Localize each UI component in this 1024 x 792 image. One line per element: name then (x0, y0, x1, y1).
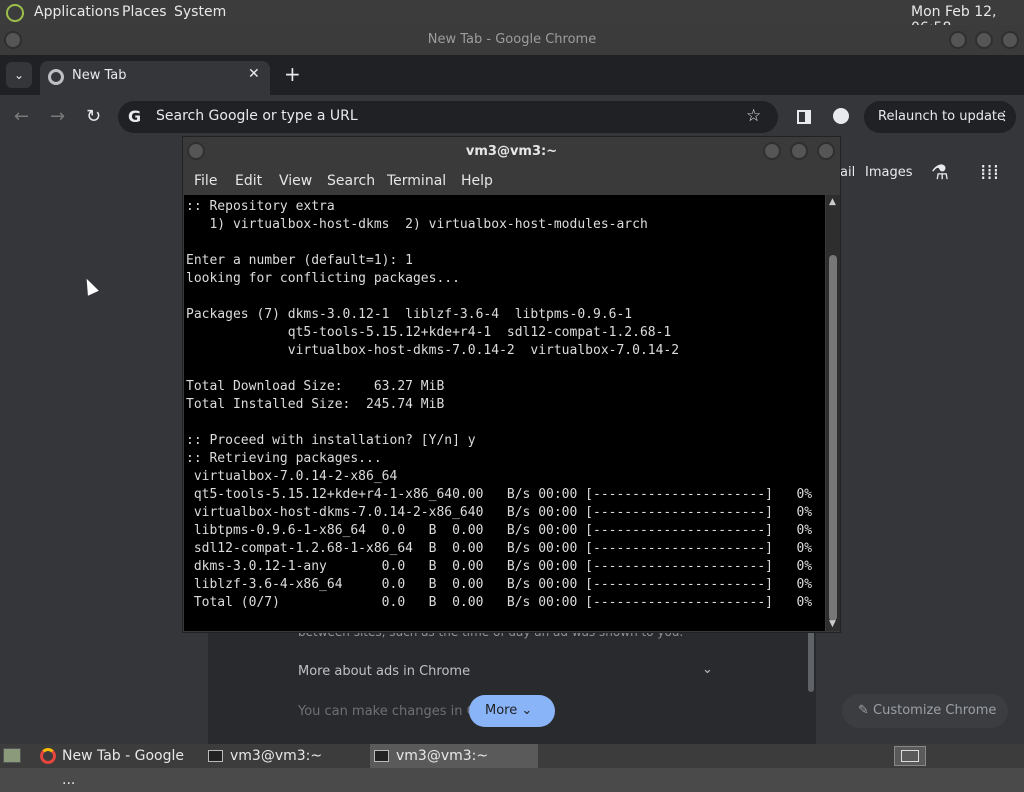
apps-grid-icon[interactable]: ⁞⁞⁞ (980, 160, 999, 184)
more-button-label: More (485, 703, 518, 718)
terminal-title: vm3@vm3:~ (465, 144, 558, 159)
workspace-1-icon[interactable] (901, 750, 919, 762)
workspace-switcher[interactable] (894, 746, 926, 766)
taskbar-label: vm3@vm3:~ (396, 748, 489, 764)
chrome-maximize-button[interactable] (975, 31, 993, 49)
forward-icon[interactable]: → (50, 106, 65, 127)
terminal-close-button[interactable] (817, 142, 835, 160)
taskbar-label: vm3@vm3:~ (230, 748, 323, 764)
taskbar-item-chrome[interactable]: New Tab - Google ... (36, 744, 196, 788)
menu-file[interactable]: File (194, 173, 217, 189)
chrome-minimize-button[interactable] (949, 31, 967, 49)
chrome-logo-icon (48, 69, 64, 85)
menu-system[interactable]: System (174, 4, 226, 20)
scroll-up-icon[interactable]: ▲ (829, 197, 836, 207)
menu-applications[interactable]: Applications (34, 4, 120, 20)
terminal-maximize-button[interactable] (790, 142, 808, 160)
reload-icon[interactable]: ↻ (86, 106, 101, 127)
more-button[interactable]: More ⌄ (469, 695, 555, 727)
terminal-icon (208, 750, 223, 762)
menu-search[interactable]: Search (327, 173, 375, 189)
terminal-icon (374, 750, 389, 762)
chrome-close-button[interactable] (1001, 31, 1019, 49)
images-link[interactable]: Images (865, 165, 913, 180)
taskbar: New Tab - Google ... vm3@vm3:~ vm3@vm3:~ (0, 744, 1024, 788)
terminal-window[interactable]: vm3@vm3:~ File Edit View Search Terminal… (182, 136, 841, 633)
relaunch-to-update-button[interactable]: Relaunch to update ⋮ (864, 101, 1016, 133)
labs-flask-icon[interactable]: ⚗ (931, 160, 949, 184)
menu-terminal[interactable]: Terminal (387, 173, 446, 189)
more-about-ads-link[interactable]: More about ads in Chrome (298, 664, 470, 679)
taskbar-item-terminal-2[interactable]: vm3@vm3:~ (370, 744, 538, 768)
taskbar-label: New Tab - Google ... (62, 748, 185, 788)
show-desktop-icon[interactable] (3, 748, 21, 763)
chrome-window-menu-button[interactable] (4, 31, 22, 49)
terminal-minimize-button[interactable] (763, 142, 781, 160)
relaunch-label: Relaunch to update (878, 109, 1006, 124)
customize-chrome-label: Customize Chrome (873, 703, 997, 718)
top-panel: Applications Places System Mon Feb 12, 0… (0, 0, 1024, 36)
google-g-icon: G (128, 107, 142, 126)
customize-chrome-button[interactable]: ✎ Customize Chrome (842, 694, 1008, 728)
side-panel-icon[interactable] (797, 110, 811, 124)
gmail-link[interactable]: ail (840, 165, 855, 180)
expand-chevron-icon[interactable]: ⌄ (702, 662, 713, 677)
omnibox-placeholder: Search Google or type a URL (156, 108, 358, 124)
chrome-window-title: New Tab - Google Chrome (0, 25, 1024, 55)
menu-help[interactable]: Help (461, 173, 493, 189)
chrome-menu-icon[interactable]: ⋮ (998, 101, 1011, 133)
taskbar-item-terminal-1[interactable]: vm3@vm3:~ (204, 744, 364, 768)
bookmark-star-icon[interactable]: ☆ (746, 106, 761, 126)
terminal-scrollbar-thumb[interactable] (829, 255, 837, 621)
menu-edit[interactable]: Edit (235, 173, 262, 189)
menu-places[interactable]: Places (122, 4, 167, 20)
tab-close-icon[interactable]: ✕ (248, 66, 260, 82)
menu-view[interactable]: View (279, 173, 312, 189)
distro-logo-icon[interactable] (6, 4, 24, 22)
scroll-down-icon[interactable]: ▼ (829, 619, 836, 629)
more-chevron-icon: ⌄ (521, 703, 533, 718)
make-changes-text: You can make changes in Chro (298, 704, 497, 719)
profile-icon[interactable] (833, 108, 849, 124)
chrome-window-title-text: New Tab - Google Chrome (427, 32, 597, 47)
terminal-menu-bar: File Edit View Search Terminal Help (183, 167, 840, 195)
tab-new-tab[interactable]: New Tab ✕ (40, 61, 270, 95)
pencil-icon: ✎ (858, 703, 869, 718)
terminal-screen[interactable]: :: Repository extra 1) virtualbox-host-d… (184, 195, 825, 631)
chrome-logo-icon (40, 748, 56, 764)
tab-search-button[interactable]: ⌄ (6, 62, 32, 88)
back-icon[interactable]: ← (14, 106, 29, 127)
terminal-output: :: Repository extra 1) virtualbox-host-d… (186, 199, 813, 610)
new-tab-button[interactable]: + (284, 62, 301, 86)
omnibox[interactable]: G Search Google or type a URL ☆ (118, 101, 778, 133)
tab-title: New Tab (72, 68, 127, 83)
